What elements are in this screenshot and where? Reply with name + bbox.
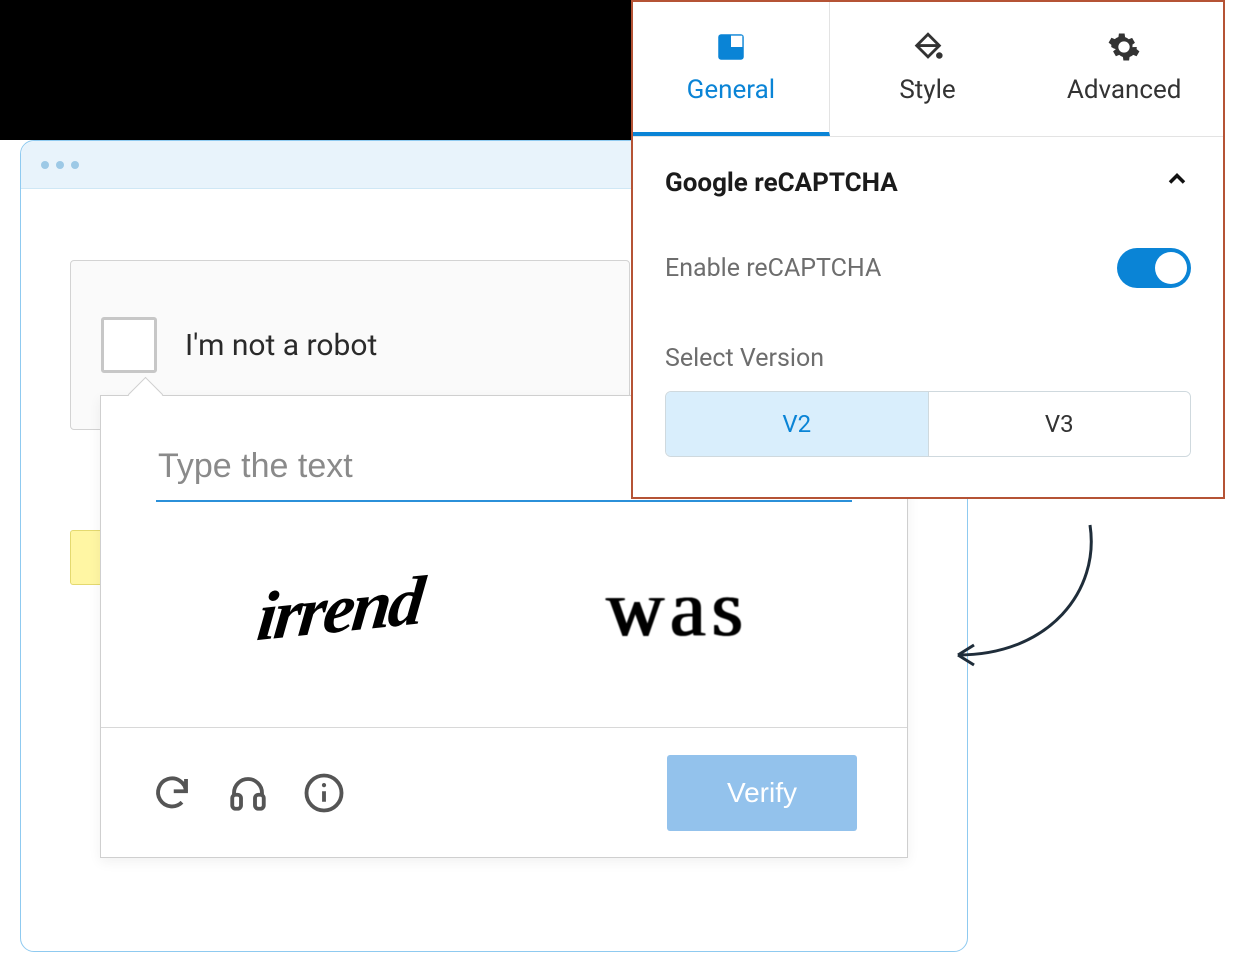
enable-recaptcha-toggle[interactable] <box>1117 248 1191 288</box>
tab-advanced-label: Advanced <box>1067 75 1182 105</box>
captcha-word-1: irrend <box>254 561 426 657</box>
version-option-v2[interactable]: V2 <box>666 392 928 456</box>
reload-icon[interactable] <box>151 772 193 814</box>
recaptcha-checkbox[interactable] <box>101 317 157 373</box>
enable-recaptcha-label: Enable reCAPTCHA <box>665 254 881 283</box>
window-traffic-lights <box>41 161 79 169</box>
style-tab-icon <box>910 29 946 65</box>
section-title: Google reCAPTCHA <box>665 168 898 198</box>
version-segmented-control: V2 V3 <box>665 391 1191 457</box>
advanced-tab-icon <box>1106 29 1142 65</box>
captcha-word-2: was <box>606 564 748 655</box>
select-version-label: Select Version <box>665 314 1191 391</box>
tab-general[interactable]: General <box>633 2 830 136</box>
verify-button[interactable]: Verify <box>667 755 857 831</box>
tab-style[interactable]: Style <box>830 2 1027 136</box>
audio-icon[interactable] <box>227 772 269 814</box>
tab-style-label: Style <box>899 75 955 105</box>
settings-tabs: General Style Advanced <box>633 2 1223 137</box>
page-top-black-region <box>0 0 631 140</box>
tab-general-label: General <box>687 75 775 105</box>
version-option-v3[interactable]: V3 <box>928 392 1191 456</box>
general-tab-icon <box>713 29 749 65</box>
info-icon[interactable] <box>303 772 345 814</box>
section-header-recaptcha[interactable]: Google reCAPTCHA <box>665 137 1191 222</box>
chevron-up-icon <box>1163 165 1191 200</box>
recaptcha-anchor-label: I'm not a robot <box>185 328 377 363</box>
recaptcha-challenge-image: irrend was <box>156 522 852 697</box>
settings-panel: General Style Advanced Google reCAPTC <box>631 0 1225 499</box>
tab-advanced[interactable]: Advanced <box>1026 2 1223 136</box>
